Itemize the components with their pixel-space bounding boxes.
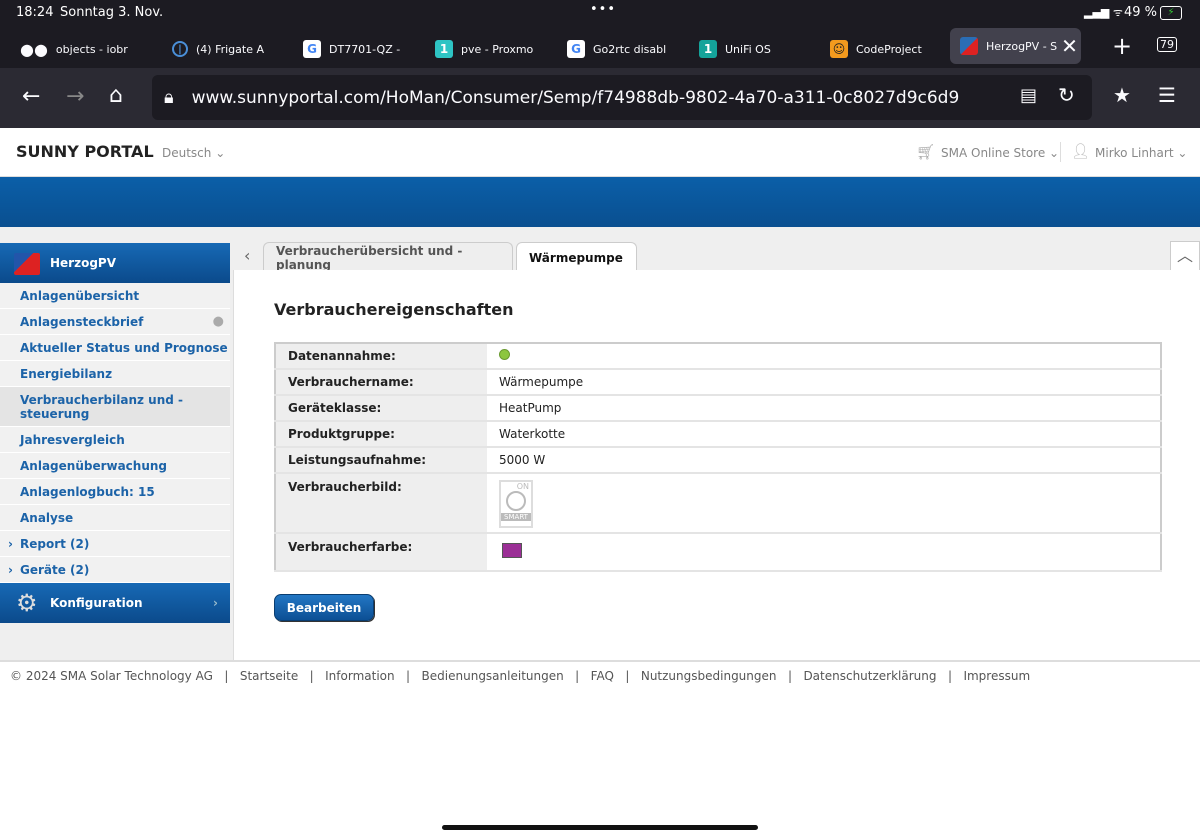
browser-tab[interactable]: | (4) Frigate A xyxy=(172,34,264,64)
table-row: Datenannahme: xyxy=(275,343,1161,370)
sidebar-item-anlagensteckbrief[interactable]: Anlagensteckbrief ● xyxy=(0,309,230,335)
portal-logo[interactable]: SUNNY PORTAL xyxy=(16,142,154,161)
url-text[interactable]: www.sunnyportal.com/HoMan/Consumer/Semp/… xyxy=(192,88,960,108)
sma-icon xyxy=(960,37,978,55)
sidebar-item-energiebilanz[interactable]: Energiebilanz xyxy=(0,361,230,387)
footer-link-datenschutz[interactable]: Datenschutzerklärung xyxy=(803,669,936,683)
table-row: Verbrauchername: Wärmepumpe xyxy=(275,369,1161,396)
store-link[interactable]: SMA Online Store ⌄ xyxy=(941,146,1059,160)
mask-icon: ●● xyxy=(20,39,48,59)
knob-icon xyxy=(506,491,526,511)
table-row: Verbraucherbild: ON SMART xyxy=(275,473,1161,534)
browser-tab[interactable]: ☺ CodeProject xyxy=(830,34,922,64)
sidebar-item-status[interactable]: Aktueller Status und Prognose xyxy=(0,335,230,361)
user-icon: 👤︎ xyxy=(1071,142,1091,160)
browser-tab[interactable]: ●● objects - iobr xyxy=(20,34,128,64)
time: 18:24 xyxy=(16,5,54,20)
table-row: Produktgruppe: Waterkotte xyxy=(275,421,1161,448)
sidebar-item-anlagenueberwachung[interactable]: Anlagenüberwachung xyxy=(0,453,230,479)
header-band xyxy=(0,177,1200,227)
status-dot-icon xyxy=(499,349,510,360)
sidebar-item-analyse[interactable]: Analyse xyxy=(0,505,230,531)
footer-link-information[interactable]: Information xyxy=(325,669,394,683)
signal-wifi-icon: ▂▄▆ ᯤ xyxy=(1084,6,1123,19)
properties-table: Datenannahme: Verbrauchername: Wärmepumpe… xyxy=(274,342,1162,572)
browser-tab-bar: ●● objects - iobr | (4) Frigate A G DT7701-… xyxy=(0,28,1200,68)
proxmox-icon: 1 xyxy=(435,40,453,58)
lock-icon: 🔒︎ xyxy=(164,87,174,108)
codeproject-icon: ☺ xyxy=(830,40,848,58)
footer-link-nutzungsbedingungen[interactable]: Nutzungsbedingungen xyxy=(641,669,777,683)
back-icon[interactable]: ← xyxy=(22,84,40,109)
chevron-right-icon: › xyxy=(8,562,13,577)
sidebar-item-verbraucherbilanz[interactable]: Verbraucherbilanz und -steuerung xyxy=(0,387,230,427)
edit-button[interactable]: Bearbeiten xyxy=(274,594,374,621)
menu-icon[interactable]: ☰ xyxy=(1158,83,1176,107)
sidebar-item-geraete[interactable]: › Geräte (2) xyxy=(0,557,230,583)
battery-icon: ⚡ xyxy=(1160,6,1182,20)
sidebar-item-report[interactable]: › Report (2) xyxy=(0,531,230,557)
chevron-right-icon: › xyxy=(213,596,218,610)
sidebar-item-logbuch[interactable]: Anlagenlogbuch: 15 xyxy=(0,479,230,505)
tab-verbraucheruebersicht[interactable]: Verbraucherübersicht und -planung xyxy=(263,242,513,272)
google-icon: G xyxy=(567,40,585,58)
tabs-scroll-left-icon[interactable]: ‹ xyxy=(244,246,250,265)
portal-header: SUNNY PORTAL Deutsch ⌄ 🛒︎ SMA Online Sto… xyxy=(0,128,1200,177)
url-toolbar: ← → ⌂ 🔒︎ www.sunnyportal.com/HoMan/Consu… xyxy=(0,68,1200,128)
sidebar-item-jahresvergleich[interactable]: Jahresvergleich xyxy=(0,427,230,453)
table-row: Verbraucherfarbe: xyxy=(275,533,1161,572)
battery-level: 49 % xyxy=(1124,5,1158,20)
cart-icon: 🛒︎ xyxy=(916,143,936,161)
browser-tab[interactable]: G DT7701-QZ - xyxy=(303,34,400,64)
browser-tab[interactable]: 1 pve - Proxmo xyxy=(435,34,533,64)
url-field[interactable]: 🔒︎ www.sunnyportal.com/HoMan/Consumer/Se… xyxy=(152,75,1092,120)
sidebar-item-konfiguration[interactable]: ⚙ Konfiguration › xyxy=(0,583,230,623)
date: Sonntag 3. Nov. xyxy=(60,5,164,20)
page-title: Verbrauchereigenschaften xyxy=(274,300,514,319)
reload-icon[interactable]: ↻ xyxy=(1058,83,1075,107)
table-row: Leistungsaufnahme: 5000 W xyxy=(275,447,1161,474)
google-icon: G xyxy=(303,40,321,58)
footer-link-impressum[interactable]: Impressum xyxy=(963,669,1030,683)
tab-count[interactable]: 79 xyxy=(1157,37,1177,52)
table-row: Geräteklasse: HeatPump xyxy=(275,395,1161,422)
unifi-icon: 1 xyxy=(699,40,717,58)
status-bar: 18:24 Sonntag 3. Nov. ••• ▂▄▆ ᯤ 49 % ⚡ xyxy=(0,0,1200,28)
plant-icon xyxy=(14,253,40,275)
plant-header[interactable]: HerzogPV xyxy=(0,243,230,283)
close-tab-icon[interactable]: ✕ xyxy=(1061,34,1078,58)
footer-link-anleitungen[interactable]: Bedienungsanleitungen xyxy=(422,669,564,683)
main-panel: Verbrauchereigenschaften Datenannahme: V… xyxy=(233,270,1200,660)
bookmark-star-icon[interactable]: ★ xyxy=(1113,83,1131,107)
sidebar-item-anlagenuebersicht[interactable]: Anlagenübersicht xyxy=(0,283,230,309)
browser-tab[interactable]: 1 UniFi OS xyxy=(699,34,771,64)
home-indicator xyxy=(442,825,758,830)
sidebar: HerzogPV Anlagenübersicht Anlagensteckbr… xyxy=(0,243,230,623)
new-tab-icon[interactable]: + xyxy=(1112,32,1132,60)
frigate-icon: | xyxy=(172,41,188,57)
footer-link-faq[interactable]: FAQ xyxy=(591,669,614,683)
collapse-icon[interactable]: ︿ xyxy=(1170,241,1200,271)
consumer-image: ON SMART xyxy=(499,480,533,528)
browser-tab-active[interactable]: HerzogPV - S ✕ xyxy=(950,28,1081,64)
more-dots-icon[interactable]: ••• xyxy=(590,2,616,17)
forward-icon[interactable]: → xyxy=(66,84,84,109)
copyright: © 2024 SMA Solar Technology AG xyxy=(10,669,213,683)
globe-icon: ● xyxy=(212,314,224,329)
gear-icon: ⚙ xyxy=(16,589,38,617)
chevron-right-icon: › xyxy=(8,536,13,551)
footer: © 2024 SMA Solar Technology AG | Startse… xyxy=(0,660,1200,690)
consumer-color-swatch xyxy=(502,543,522,558)
reader-icon[interactable]: ▤ xyxy=(1020,85,1037,106)
user-menu[interactable]: Mirko Linhart ⌄ xyxy=(1095,146,1187,160)
home-icon[interactable]: ⌂ xyxy=(109,83,123,108)
tab-waermepumpe[interactable]: Wärmepumpe xyxy=(516,242,637,273)
language-select[interactable]: Deutsch ⌄ xyxy=(162,146,225,160)
browser-tab[interactable]: G Go2rtc disabl xyxy=(567,34,666,64)
footer-link-startseite[interactable]: Startseite xyxy=(240,669,298,683)
